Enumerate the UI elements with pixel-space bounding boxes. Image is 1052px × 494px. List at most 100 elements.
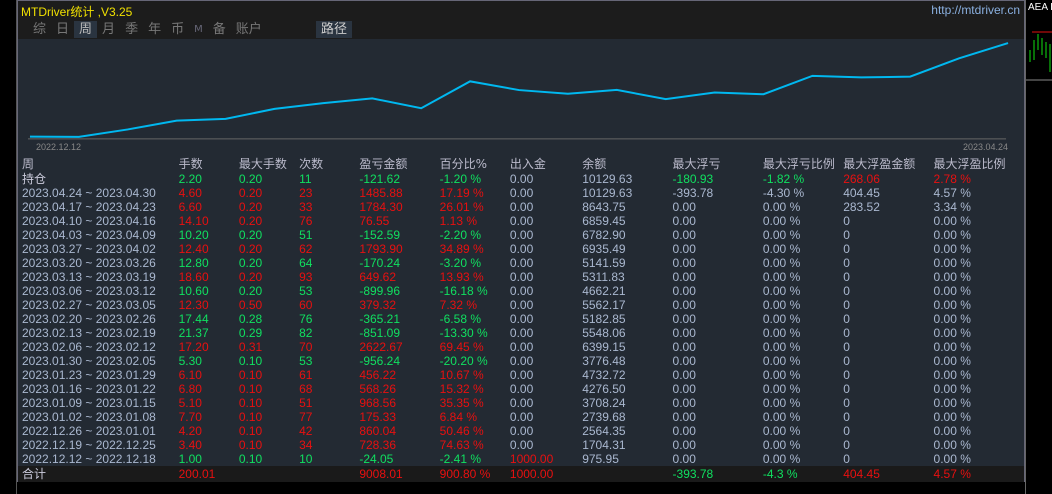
period-cell: 2023.03.27 ~ 2023.04.02 (22, 242, 156, 256)
mfe-cell: 283.52 (843, 200, 880, 214)
bal-cell: 6935.49 (582, 242, 626, 256)
count-cell: 33 (299, 200, 313, 214)
lots-cell: 21.37 (178, 326, 209, 340)
count-cell: 70 (299, 340, 313, 354)
period-cell: 2022.12.19 ~ 2022.12.25 (22, 438, 156, 452)
pnl-cell: 968.56 (359, 396, 397, 410)
cell (582, 466, 672, 482)
right-chart-strip: AEA D (1025, 0, 1052, 494)
pnl-cell: -956.24 (359, 354, 401, 368)
count-cell: 93 (299, 270, 313, 284)
cell: 11 (299, 172, 312, 186)
mddp-cell: 0.00 % (762, 452, 801, 466)
tab-6[interactable]: 币 (166, 21, 189, 38)
max-lots-cell: 0.10 (238, 368, 263, 382)
mdd-cell: 0.00 (672, 256, 696, 270)
table-row: 2022.12.19 ~ 2022.12.25 3.40 0.10 34 728.36 7… (18, 438, 1024, 452)
mfep-cell: 0.00 % (933, 284, 971, 298)
pct-cell: -6.58 % (439, 312, 481, 326)
table-row: 2023.03.20 ~ 2023.03.26 12.80 0.20 64 -170.2… (18, 256, 1024, 270)
lots-cell: 7.70 (178, 410, 202, 424)
table-row: 2023.02.27 ~ 2023.03.05 12.30 0.50 60 379.32… (18, 298, 1024, 312)
table-header: 周 手数 最大手数 次数 盈亏金额 百分比% 出入金 余额 最大浮亏 最大浮亏比例 最大浮盈金额 最大… (18, 155, 1024, 172)
max-lots-cell: 0.10 (238, 396, 263, 410)
lots-cell: 6.80 (178, 382, 202, 396)
tab-0[interactable]: 综 (28, 21, 51, 38)
cell: -121.62 (359, 172, 401, 186)
column-header: 周 (22, 156, 35, 171)
mdd-cell: 0.00 (672, 200, 696, 214)
period-cell: 2023.02.06 ~ 2023.02.12 (22, 340, 156, 354)
lots-cell: 10.60 (178, 284, 209, 298)
column-header: 最大浮亏 (672, 156, 721, 171)
tab-7[interactable]: M (189, 21, 208, 38)
bal-cell: 4732.72 (582, 368, 626, 382)
period-cell: 2023.02.13 ~ 2023.02.19 (22, 326, 156, 340)
bal-cell: 6399.15 (582, 340, 626, 354)
pnl-cell: 175.33 (359, 410, 397, 424)
lots-cell: 1.00 (178, 452, 202, 466)
mfep-cell: 0.00 % (933, 326, 971, 340)
cell: -1.82 % (762, 172, 805, 186)
tab-4[interactable]: 季 (120, 21, 143, 38)
max-lots-cell: 0.20 (238, 256, 263, 270)
mfep-cell: 0.00 % (933, 438, 971, 452)
bal-cell: 5311.83 (582, 270, 625, 284)
column-header: 次数 (299, 156, 324, 171)
bal-cell: 3708.24 (582, 396, 626, 410)
tab-8[interactable]: 备 (208, 21, 231, 38)
mfep-cell: 0.00 % (933, 382, 971, 396)
tab-path[interactable]: 路径 (316, 21, 353, 38)
column-header: 最大浮盈比例 (933, 156, 1006, 171)
max-lots-cell: 0.20 (238, 200, 263, 214)
left-chart-strip (0, 0, 17, 494)
table-row: 2022.12.12 ~ 2022.12.18 1.00 0.10 10 -24.05 -… (18, 452, 1024, 466)
cell (299, 466, 359, 482)
pnl-cell: 860.04 (359, 424, 397, 438)
pnl-cell: 568.26 (359, 382, 397, 396)
table-row: 2023.02.06 ~ 2023.02.12 17.20 0.31 70 2622.6… (18, 340, 1024, 354)
count-cell: 76 (299, 312, 313, 326)
tab-2[interactable]: 周 (74, 21, 98, 38)
mfep-cell: 0.00 % (933, 214, 971, 228)
mfe-cell: 404.45 (843, 186, 880, 200)
lots-cell: 6.60 (178, 200, 202, 214)
bal-cell: 975.95 (582, 452, 619, 466)
table-row: 2023.02.13 ~ 2023.02.19 21.37 0.29 82 -851.0… (18, 326, 1024, 340)
mddp-cell: 0.00 % (762, 312, 801, 326)
period-cell: 2023.02.20 ~ 2023.02.26 (22, 312, 156, 326)
io-cell: 1000.00 (509, 452, 554, 466)
max-lots-cell: 0.20 (238, 270, 263, 284)
period-cell: 2023.03.20 ~ 2023.03.26 (22, 256, 156, 270)
pct-cell: 1.13 % (439, 214, 477, 228)
pnl-cell: 76.55 (359, 214, 390, 228)
bal-cell: 6859.45 (582, 214, 626, 228)
mfe-cell: 0 (843, 424, 850, 438)
row-label: 合计 (22, 467, 47, 481)
website-link[interactable]: http://mtdriver.cn (931, 3, 1020, 17)
pct-cell: -13.30 % (439, 326, 488, 340)
cell: 0.20 (238, 172, 263, 186)
cell: 9008.01 (359, 467, 403, 481)
bal-cell: 2564.35 (582, 424, 626, 438)
io-cell: 0.00 (509, 200, 534, 214)
pct-cell: 34.89 % (439, 242, 484, 256)
table-row: 2023.01.23 ~ 2023.01.29 6.10 0.10 61 456.22 1… (18, 368, 1024, 382)
tab-5[interactable]: 年 (143, 21, 166, 38)
mfep-cell: 0.00 % (933, 228, 971, 242)
weekly-stats-table: 周 手数 最大手数 次数 盈亏金额 百分比% 出入金 余额 最大浮亏 最大浮亏比例 最大浮盈金额 最大… (18, 155, 1024, 482)
count-cell: 42 (299, 424, 313, 438)
mdd-cell: 0.00 (672, 438, 696, 452)
cell (239, 466, 299, 482)
bal-cell: 10129.63 (582, 186, 633, 200)
cell: 2.20 (178, 172, 202, 186)
tab-3[interactable]: 月 (97, 21, 120, 38)
bal-cell: 3776.48 (582, 354, 626, 368)
period-cell: 2023.01.23 ~ 2023.01.29 (22, 368, 156, 382)
max-lots-cell: 0.29 (238, 326, 263, 340)
period-cell: 2023.01.02 ~ 2023.01.08 (22, 410, 156, 424)
tab-9[interactable]: 账户 (231, 21, 267, 38)
mfep-cell: 0.00 % (933, 410, 971, 424)
tab-1[interactable]: 日 (51, 21, 74, 38)
mddp-cell: 0.00 % (762, 214, 801, 228)
